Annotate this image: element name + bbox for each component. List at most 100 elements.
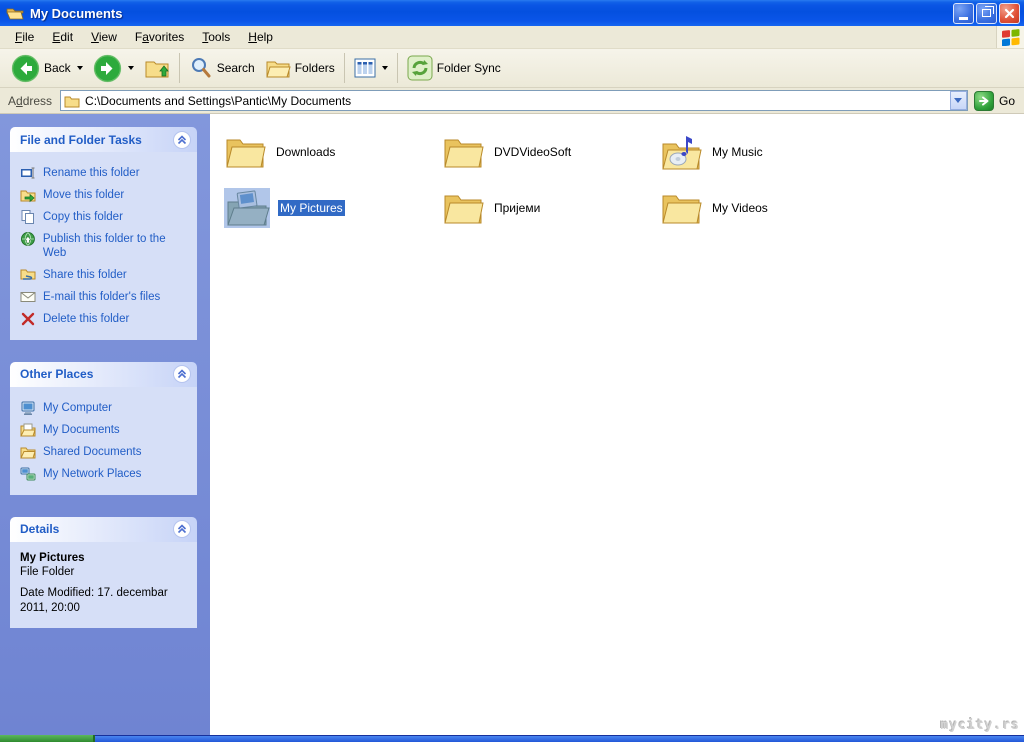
task-share-folder[interactable]: Share this folder [18, 264, 193, 286]
window-folder-icon [6, 8, 24, 19]
my-computer-icon [21, 401, 35, 415]
other-places-panel: Other Places My Computer My Documents Sh… [10, 361, 197, 495]
address-bar: Address C:\Documents and Settings\Pantic… [0, 88, 1024, 114]
details-item-name: My Pictures [20, 551, 85, 564]
go-label[interactable]: Go [999, 94, 1015, 108]
publish-web-icon [20, 232, 35, 246]
details-header[interactable]: Details [10, 516, 197, 542]
address-dropdown-button[interactable] [949, 91, 967, 110]
folder-grid: Downloads DVDVideoSoft My Music My Pictu… [218, 124, 1024, 236]
toolbar-separator [178, 53, 180, 83]
shared-documents-icon [20, 447, 36, 459]
task-copy-folder[interactable]: Copy this folder [18, 206, 193, 228]
folder-pictures-selected-icon [224, 188, 270, 228]
chevron-down-icon [954, 98, 963, 103]
place-shared-documents[interactable]: Shared Documents [18, 441, 193, 463]
explorer-window: My Documents File Edit View Favorites To… [0, 0, 1024, 742]
collapse-button[interactable] [173, 520, 191, 539]
menu-favorites[interactable]: Favorites [126, 27, 193, 47]
chevron-up-icon [177, 134, 187, 144]
task-pane-sidebar: File and Folder Tasks Rename this folder… [0, 114, 210, 735]
other-places-header[interactable]: Other Places [10, 361, 197, 387]
folder-item-my-videos[interactable]: My Videos [654, 180, 872, 236]
forward-icon [93, 54, 121, 82]
my-network-places-icon [20, 467, 36, 481]
file-folder-tasks-panel: File and Folder Tasks Rename this folder… [10, 127, 197, 340]
address-label: Address [8, 93, 53, 108]
menu-edit[interactable]: Edit [43, 27, 82, 47]
place-my-network-places[interactable]: My Network Places [18, 463, 193, 485]
other-places-body: My Computer My Documents Shared Document… [10, 386, 197, 495]
window-title: My Documents [30, 5, 123, 21]
details-panel: Details My Pictures File Folder Date Mod… [10, 516, 197, 628]
address-input[interactable]: C:\Documents and Settings\Pantic\My Docu… [60, 90, 968, 111]
toolbar-separator [343, 53, 345, 83]
title-bar: My Documents [0, 0, 1024, 26]
forward-button[interactable] [88, 52, 139, 85]
place-my-documents[interactable]: My Documents [18, 419, 193, 441]
panel-title: Details [20, 522, 60, 537]
folder-icon [444, 195, 484, 224]
restore-button[interactable] [976, 2, 997, 24]
views-dropdown-icon[interactable] [381, 66, 388, 70]
close-icon [1004, 8, 1015, 18]
menu-view[interactable]: View [82, 27, 126, 47]
folder-item-downloads[interactable]: Downloads [218, 124, 436, 180]
folder-item-dvdvideosoft[interactable]: DVDVideoSoft [436, 124, 654, 180]
back-dropdown-icon[interactable] [76, 66, 83, 70]
toolbar-separator [396, 53, 398, 83]
task-move-folder[interactable]: Move this folder [18, 184, 193, 206]
back-button[interactable]: Back [6, 52, 88, 85]
file-folder-tasks-header[interactable]: File and Folder Tasks [10, 127, 197, 152]
share-icon [20, 269, 36, 280]
task-email-folder-files[interactable]: E-mail this folder's files [18, 286, 193, 308]
file-list-area[interactable]: Downloads DVDVideoSoft My Music My Pictu… [210, 114, 1024, 735]
email-icon [20, 291, 36, 302]
go-area: Go [973, 90, 1021, 111]
details-item-type: File Folder [20, 565, 75, 578]
back-icon [11, 54, 40, 82]
up-button[interactable] [139, 53, 175, 83]
folder-item-my-music[interactable]: My Music [654, 124, 872, 180]
collapse-button[interactable] [173, 365, 191, 384]
menu-help[interactable]: Help [239, 27, 282, 47]
folder-sync-button[interactable]: Folder Sync [402, 53, 506, 83]
menu-bar: File Edit View Favorites Tools Help [0, 26, 1024, 49]
menu-file[interactable]: File [6, 27, 43, 47]
minimize-button[interactable] [953, 2, 974, 24]
address-folder-icon [64, 96, 80, 107]
task-publish-folder[interactable]: Publish this folder to the Web [18, 228, 193, 264]
folder-icon [226, 139, 266, 168]
folder-item-prijemi[interactable]: Пријеми [436, 180, 654, 236]
close-button[interactable] [999, 2, 1020, 24]
address-path: C:\Documents and Settings\Pantic\My Docu… [85, 93, 352, 108]
task-delete-folder[interactable]: Delete this folder [18, 308, 193, 330]
collapse-button[interactable] [173, 130, 191, 149]
folder-icon [444, 139, 484, 168]
search-icon [191, 58, 211, 78]
folders-button[interactable]: Folders [260, 54, 340, 82]
details-body: My Pictures File Folder Date Modified: 1… [10, 541, 197, 628]
delete-icon [21, 312, 35, 325]
menu-tools[interactable]: Tools [193, 27, 239, 47]
views-icon [354, 58, 376, 78]
taskbar-edge [95, 735, 1024, 742]
start-button-edge[interactable] [0, 735, 95, 742]
forward-dropdown-icon[interactable] [127, 66, 134, 70]
copy-icon [21, 210, 34, 224]
folder-item-my-pictures[interactable]: My Pictures [218, 180, 436, 236]
my-documents-icon [20, 423, 36, 437]
move-icon [20, 190, 36, 203]
toolbar: Back Search Folders Folder Sync [0, 49, 1024, 88]
place-my-computer[interactable]: My Computer [18, 397, 193, 419]
search-button[interactable]: Search [184, 54, 260, 82]
selected-folder-label: My Pictures [278, 200, 345, 216]
folder-icon [662, 195, 702, 224]
taskbar-sliver [0, 735, 1024, 742]
go-arrow-icon [978, 96, 989, 105]
task-rename-folder[interactable]: Rename this folder [18, 162, 193, 184]
views-button[interactable] [349, 56, 393, 80]
folders-icon [266, 61, 291, 78]
watermark: mycity.rs [940, 718, 1020, 733]
go-button[interactable] [973, 90, 994, 111]
